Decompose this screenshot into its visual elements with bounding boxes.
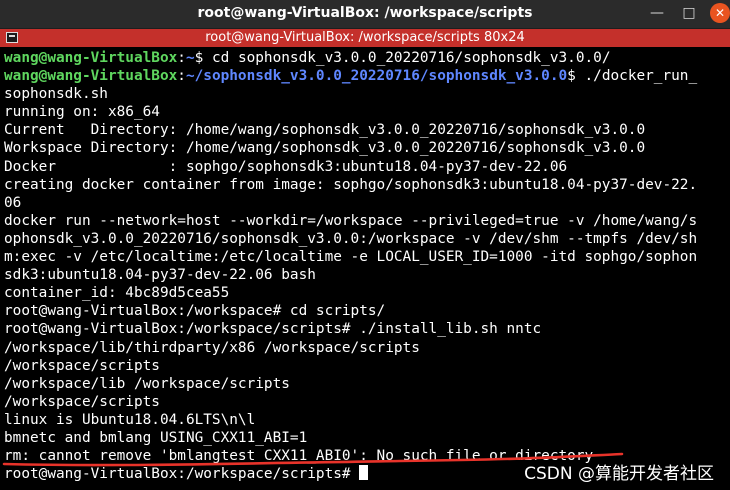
annotation-underline: [2, 452, 624, 467]
csdn-watermark: CSDN @算能开发者社区: [524, 464, 714, 484]
minimize-icon[interactable]: —: [648, 4, 666, 22]
terminal-tab-bar: root@wang-VirtualBox: /workspace/scripts…: [0, 29, 730, 47]
window-titlebar[interactable]: root@wang-VirtualBox: /workspace/scripts…: [0, 0, 730, 29]
window-title: root@wang-VirtualBox: /workspace/scripts: [197, 5, 533, 21]
terminal-output[interactable]: wang@wang-VirtualBox:~$ cd sophonsdk_v3.…: [0, 47, 730, 490]
close-icon[interactable]: ✕: [710, 3, 730, 23]
tab-title: root@wang-VirtualBox: /workspace/scripts…: [205, 30, 525, 45]
maximize-icon[interactable]: □: [680, 4, 698, 22]
